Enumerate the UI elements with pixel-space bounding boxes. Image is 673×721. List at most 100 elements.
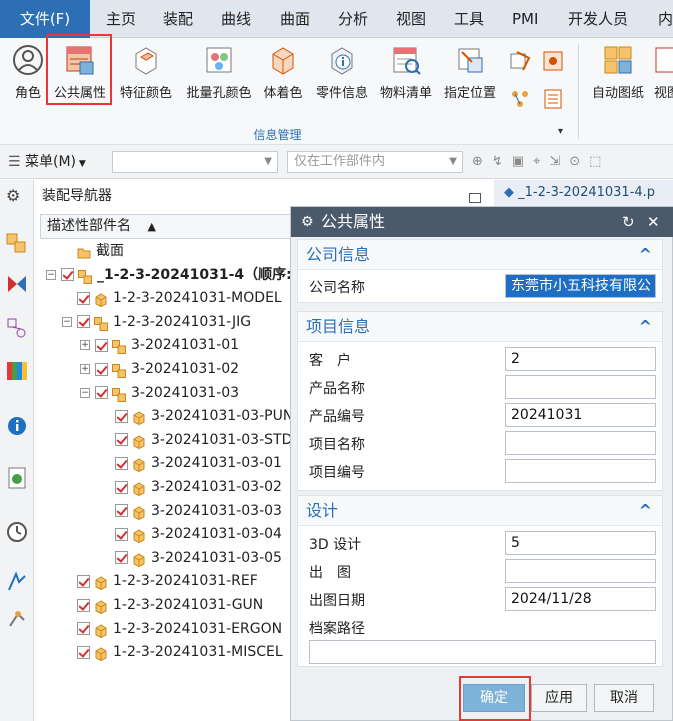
archive-path-input[interactable] <box>309 640 656 664</box>
menu-button[interactable]: ☰ 菜单(M) ▼ <box>8 145 86 179</box>
product-number-input[interactable]: 20241031 <box>505 403 656 427</box>
tree-row[interactable]: 3-20241031-03-05 <box>115 546 282 570</box>
visibility-checkbox[interactable] <box>95 362 108 376</box>
hole-color-button[interactable]: 批量孔颜色 <box>182 42 256 104</box>
tree-row[interactable]: 截面 <box>77 239 124 263</box>
web-browser-icon[interactable] <box>6 466 28 490</box>
visibility-checkbox[interactable] <box>115 480 128 494</box>
close-icon[interactable]: ✕ <box>647 207 660 237</box>
menu-home[interactable]: 主页 <box>106 0 136 38</box>
visibility-checkbox[interactable] <box>77 574 90 588</box>
small-icon-3[interactable] <box>509 88 531 110</box>
drafting-input[interactable] <box>505 559 656 583</box>
company-info-header[interactable]: 公司信息 ^ <box>298 240 662 270</box>
tree-row[interactable]: 1-2-3-20241031-MISCEL <box>77 640 283 664</box>
navigator-pin-icon[interactable] <box>469 193 481 203</box>
visibility-checkbox[interactable] <box>115 527 128 541</box>
tree-row[interactable]: 3-20241031-03-04 <box>115 522 282 546</box>
locate-button[interactable]: 指定位置 <box>440 42 500 104</box>
view-button[interactable]: 视图 <box>652 42 673 104</box>
project-number-input[interactable] <box>505 459 656 483</box>
menu-pmi[interactable]: PMI <box>512 0 538 38</box>
tree-row[interactable]: 1-2-3-20241031-ERGON <box>77 617 282 641</box>
visibility-checkbox[interactable] <box>77 291 90 305</box>
menu-developer[interactable]: 开发人员 <box>568 0 628 38</box>
tree-row[interactable]: − 3-20241031-03 <box>80 381 239 405</box>
collapse-chevron-icon[interactable]: ^ <box>639 496 652 526</box>
small-icon-2[interactable] <box>542 50 564 72</box>
tree-row[interactable]: +3-20241031-02 <box>80 357 239 381</box>
company-name-input[interactable]: 东莞市小五科技有限公 <box>505 274 656 298</box>
customer-input[interactable]: 2 <box>505 347 656 371</box>
expand-icon[interactable]: + <box>80 340 90 351</box>
project-name-input[interactable] <box>505 431 656 455</box>
assembly-navigator-icon[interactable] <box>6 232 28 256</box>
visibility-checkbox[interactable] <box>77 645 90 659</box>
part-navigator-icon[interactable] <box>6 316 28 340</box>
column-header-part-name[interactable]: 描述性部件名 ▲ <box>40 214 294 239</box>
small-icon-1[interactable] <box>509 50 531 72</box>
collapse-chevron-icon[interactable]: ^ <box>639 240 652 270</box>
small-icon-4[interactable] <box>542 88 564 110</box>
cancel-button[interactable]: 取消 <box>594 684 654 712</box>
visibility-checkbox[interactable] <box>77 622 90 636</box>
menu-more[interactable]: 内 <box>658 0 673 38</box>
info-icon[interactable] <box>6 414 28 438</box>
menu-assembly[interactable]: 装配 <box>163 0 193 38</box>
collapse-icon[interactable]: − <box>80 387 90 398</box>
expand-icon[interactable]: + <box>80 364 90 374</box>
visibility-checkbox[interactable] <box>115 551 128 565</box>
type-filter-combo[interactable]: ▼ <box>112 151 278 173</box>
part-info-button[interactable]: 零件信息 <box>312 42 372 104</box>
tree-row[interactable]: 3-20241031-03-03 <box>115 499 282 523</box>
group-expand-caret[interactable]: ▾ <box>558 126 563 137</box>
project-info-header[interactable]: 项目信息 ^ <box>298 312 662 342</box>
menu-curve[interactable]: 曲线 <box>221 0 251 38</box>
visibility-checkbox[interactable] <box>77 315 90 329</box>
3d-design-input[interactable]: 5 <box>505 531 656 555</box>
role-button[interactable]: 角色 <box>8 42 48 104</box>
visibility-checkbox[interactable] <box>115 504 128 518</box>
visibility-checkbox[interactable] <box>115 456 128 470</box>
drawing-date-input[interactable]: 2024/11/28 <box>505 587 656 611</box>
tree-row[interactable]: 3-20241031-03-STD <box>115 428 292 452</box>
visibility-checkbox[interactable] <box>115 409 128 423</box>
collapse-icon[interactable]: − <box>62 316 72 327</box>
bom-button[interactable]: 物料清单 <box>377 42 435 104</box>
history-clock-icon[interactable] <box>6 520 28 544</box>
visibility-checkbox[interactable] <box>61 268 74 282</box>
menu-tools[interactable]: 工具 <box>454 0 484 38</box>
scope-combo[interactable]: 仅在工作部件内 ▼ <box>287 151 463 173</box>
menu-analysis[interactable]: 分析 <box>338 0 368 38</box>
tree-row[interactable]: 1-2-3-20241031-MODEL <box>77 286 282 310</box>
visibility-checkbox[interactable] <box>95 338 108 352</box>
tree-row[interactable]: − _1-2-3-20241031-4（顺序: <box>46 263 292 287</box>
constraint-navigator-icon[interactable] <box>6 272 28 296</box>
system-scene-icon[interactable] <box>6 606 28 630</box>
tree-row[interactable]: 1-2-3-20241031-GUN <box>77 593 263 617</box>
menu-surface[interactable]: 曲面 <box>280 0 310 38</box>
design-header[interactable]: 设计 ^ <box>298 496 662 526</box>
reset-icon[interactable]: ↻ <box>622 207 635 237</box>
product-name-input[interactable] <box>505 375 656 399</box>
visibility-checkbox[interactable] <box>77 598 90 612</box>
gear-icon[interactable]: ⚙ <box>301 207 314 237</box>
collapse-icon[interactable]: − <box>46 269 56 280</box>
tree-row[interactable]: − 1-2-3-20241031-JIG <box>62 310 251 334</box>
process-studio-icon[interactable] <box>6 570 28 594</box>
tree-row[interactable]: +3-20241031-01 <box>80 333 239 357</box>
settings-gear-icon[interactable]: ⚙ <box>6 186 28 210</box>
reuse-library-icon[interactable] <box>6 358 28 382</box>
tree-row[interactable]: 1-2-3-20241031-REF <box>77 569 258 593</box>
graphics-window-tab[interactable]: ◆ _1-2-3-20241031-4.p <box>494 180 673 206</box>
tree-row[interactable]: 3-20241031-03-01 <box>115 451 282 475</box>
feature-color-button[interactable]: 特征颜色 <box>116 42 176 104</box>
apply-button[interactable]: 应用 <box>531 684 587 712</box>
toolbar-filter-icons[interactable]: ⊕↯▣⌖⇲⊙⬚ <box>472 154 672 172</box>
visibility-checkbox[interactable] <box>95 386 108 400</box>
tree-row[interactable]: 3-20241031-03-PUN <box>115 404 293 428</box>
collapse-chevron-icon[interactable]: ^ <box>639 312 652 342</box>
menu-view[interactable]: 视图 <box>396 0 426 38</box>
menu-file[interactable]: 文件(F) <box>0 0 90 38</box>
tree-row[interactable]: 3-20241031-03-02 <box>115 475 282 499</box>
